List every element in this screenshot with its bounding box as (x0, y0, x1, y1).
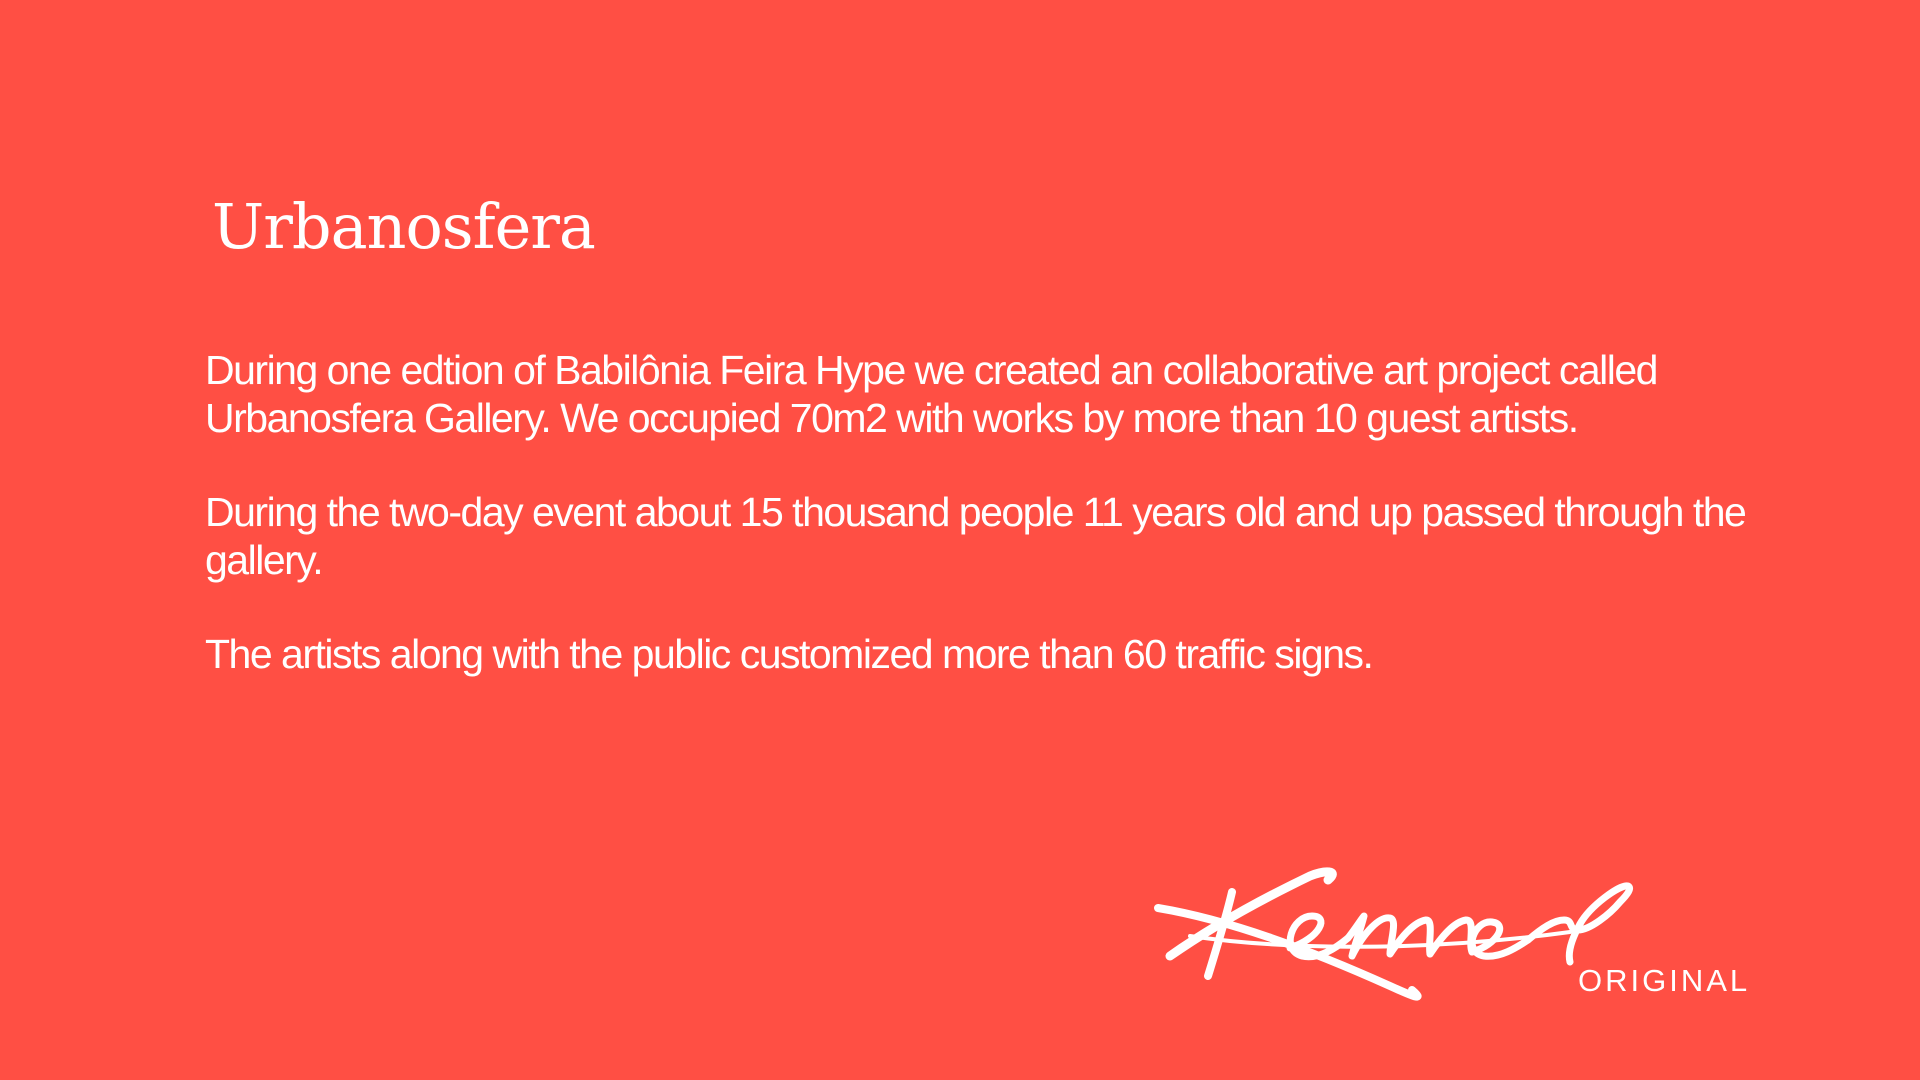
paragraph-1: During one edtion of Babilônia Feira Hyp… (205, 347, 1658, 441)
kenner-script-logo-icon (1154, 867, 1634, 1001)
slide-title: Urbanosfera (212, 190, 596, 263)
logo-subtitle: ORIGINAL (1578, 963, 1751, 998)
paragraph-2: During the two-day event about 15 thousa… (205, 489, 1747, 583)
slide-body: During one edtion of Babilônia Feira Hyp… (205, 346, 1765, 724)
slide: Urbanosfera During one edtion of Babilôn… (0, 0, 1920, 1080)
paragraph-3: The artists along with the public custom… (205, 631, 1374, 677)
kenner-logo (1150, 858, 1760, 1028)
